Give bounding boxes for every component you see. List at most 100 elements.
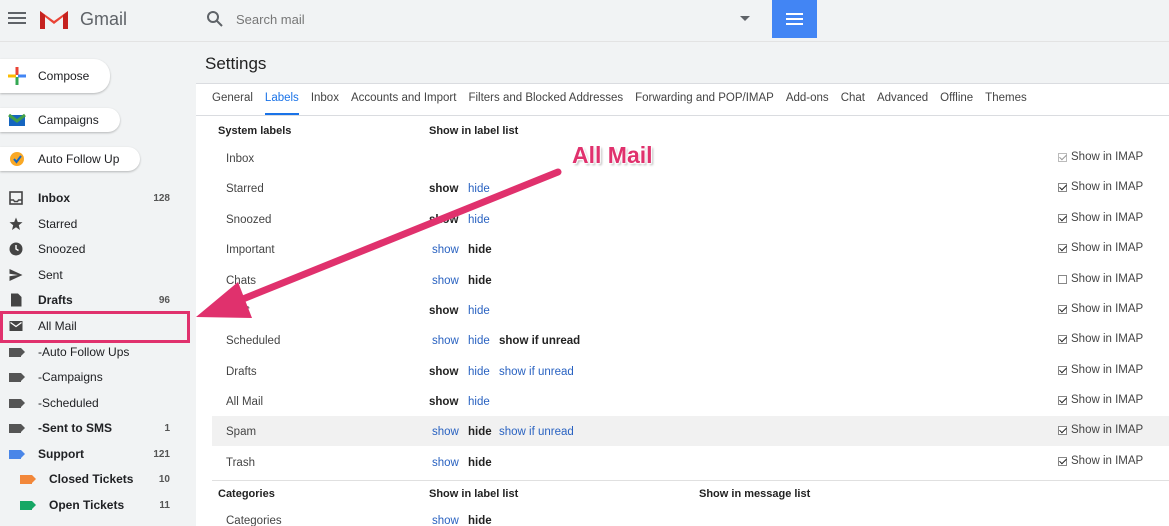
sidebar-item-label: Snoozed: [38, 242, 86, 256]
sidebar-item-snoozed[interactable]: Snoozed: [0, 237, 180, 261]
sidebar-item-scheduled-label[interactable]: -Scheduled: [0, 391, 180, 415]
top-bar: Gmail: [0, 0, 1169, 42]
search-input[interactable]: [236, 8, 716, 30]
label-name: Sent: [226, 305, 250, 317]
imap-toggle[interactable]: Show in IMAP: [1058, 212, 1143, 224]
hide-link[interactable]: hide: [468, 396, 490, 408]
tab-accounts-and-import[interactable]: Accounts and Import: [351, 84, 456, 115]
imap-checkbox[interactable]: [1058, 395, 1067, 405]
hide-link[interactable]: hide: [468, 183, 490, 195]
label-name: Inbox: [226, 153, 255, 165]
tab-inbox[interactable]: Inbox: [311, 84, 339, 115]
gmail-logo-icon[interactable]: [38, 7, 70, 31]
imap-checkbox[interactable]: [1058, 182, 1067, 192]
campaigns-button[interactable]: Campaigns: [0, 108, 120, 132]
imap-label: Show in IMAP: [1071, 212, 1144, 224]
show-link[interactable]: show: [432, 457, 459, 469]
sidebar-item-sent[interactable]: Sent: [0, 263, 180, 287]
tab-forwarding-and-pop-imap[interactable]: Forwarding and POP/IMAP: [635, 84, 774, 115]
sidebar-item-closed-tickets[interactable]: Closed Tickets 10: [0, 467, 180, 491]
tab-chat[interactable]: Chat: [841, 84, 865, 115]
imap-toggle[interactable]: Show in IMAP: [1058, 181, 1143, 193]
tab-add-ons[interactable]: Add-ons: [786, 84, 829, 115]
label-name: Important: [226, 244, 275, 256]
hide-link[interactable]: hide: [468, 335, 490, 347]
sidebar-item-campaigns-label[interactable]: -Campaigns: [0, 365, 180, 389]
hide-option: hide: [468, 275, 492, 287]
imap-label: Show in IMAP: [1071, 151, 1144, 163]
imap-toggle[interactable]: Show in IMAP: [1058, 394, 1143, 406]
label-row-snoozed: Snoozed show hide Show in IMAP: [212, 204, 1169, 234]
show-in-label-list-header: Show in label list: [429, 125, 519, 137]
auto-follow-up-button[interactable]: Auto Follow Up: [0, 147, 140, 171]
sidebar-item-label: Starred: [38, 217, 78, 231]
section-divider: [212, 480, 1169, 481]
imap-checkbox[interactable]: [1058, 334, 1067, 344]
compose-button[interactable]: Compose: [0, 59, 110, 93]
tab-themes[interactable]: Themes: [985, 84, 1027, 115]
imap-label: Show in IMAP: [1071, 424, 1144, 436]
imap-toggle[interactable]: Show in IMAP: [1058, 242, 1143, 254]
show-link[interactable]: show: [432, 515, 459, 526]
hide-link[interactable]: hide: [468, 305, 490, 317]
imap-label: Show in IMAP: [1071, 273, 1144, 285]
sidebar-item-starred[interactable]: Starred: [0, 212, 180, 236]
sidebar-item-auto-follow-ups[interactable]: -Auto Follow Ups: [0, 340, 180, 364]
imap-checkbox[interactable]: [1058, 243, 1067, 253]
show-if-unread-link[interactable]: show if unread: [499, 426, 574, 438]
imap-toggle[interactable]: Show in IMAP: [1058, 333, 1143, 345]
imap-toggle[interactable]: Show in IMAP: [1058, 424, 1143, 436]
draft-icon: [11, 293, 22, 307]
sidebar-item-support[interactable]: Support 121: [0, 442, 180, 466]
sidebar-item-open-tickets[interactable]: Open Tickets 11: [0, 493, 180, 517]
sidebar-item-sent-to-sms[interactable]: -Sent to SMS 1: [0, 416, 180, 440]
imap-toggle[interactable]: Show in IMAP: [1058, 151, 1143, 163]
search-filter-button[interactable]: [772, 0, 817, 38]
label-name: Scheduled: [226, 335, 281, 347]
send-icon: [9, 269, 23, 281]
unread-count: 11: [159, 499, 170, 511]
page-title: Settings: [205, 54, 267, 73]
tab-filters-and-blocked-addresses[interactable]: Filters and Blocked Addresses: [468, 84, 623, 115]
imap-toggle[interactable]: Show in IMAP: [1058, 455, 1143, 467]
imap-checkbox[interactable]: [1058, 456, 1067, 466]
imap-toggle[interactable]: Show in IMAP: [1058, 273, 1143, 285]
imap-checkbox[interactable]: [1058, 152, 1067, 162]
tab-general[interactable]: General: [212, 84, 253, 115]
show-link[interactable]: show: [432, 244, 459, 256]
tab-labels[interactable]: Labels: [264, 84, 299, 115]
imap-checkbox[interactable]: [1058, 304, 1067, 314]
imap-toggle[interactable]: Show in IMAP: [1058, 303, 1143, 315]
hide-link[interactable]: hide: [468, 366, 490, 378]
tab-offline[interactable]: Offline: [940, 84, 973, 115]
show-if-unread-link[interactable]: show if unread: [499, 366, 574, 378]
show-link[interactable]: show: [432, 275, 459, 287]
search-icon[interactable]: [206, 10, 224, 28]
imap-checkbox[interactable]: [1058, 425, 1067, 435]
campaigns-label: Campaigns: [38, 113, 99, 127]
imap-toggle[interactable]: Show in IMAP: [1058, 364, 1143, 376]
tab-advanced[interactable]: Advanced: [877, 84, 928, 115]
imap-label: Show in IMAP: [1071, 364, 1144, 376]
imap-checkbox[interactable]: [1058, 274, 1067, 284]
categories-header: Categories: [218, 488, 275, 500]
sidebar-item-drafts[interactable]: Drafts 96: [0, 288, 180, 312]
show-link[interactable]: show: [432, 426, 459, 438]
label-name: Trash: [226, 457, 255, 469]
auto-follow-up-label: Auto Follow Up: [38, 152, 120, 166]
sidebar-item-inbox[interactable]: Inbox 128: [0, 186, 180, 210]
imap-checkbox[interactable]: [1058, 365, 1067, 375]
search-options-chevron-down-icon[interactable]: [740, 16, 750, 21]
star-icon: [9, 217, 23, 230]
label-row-trash: Trash show hide Show in IMAP: [212, 447, 1169, 477]
imap-label: Show in IMAP: [1071, 455, 1144, 467]
label-icon: [20, 498, 36, 512]
hide-option: hide: [468, 515, 492, 526]
label-name: Spam: [226, 426, 257, 438]
show-link[interactable]: show: [432, 335, 459, 347]
show-in-message-list-header: Show in message list: [699, 488, 811, 500]
imap-checkbox[interactable]: [1058, 213, 1067, 223]
hide-link[interactable]: hide: [468, 214, 490, 226]
sidebar-item-label: Support: [38, 447, 84, 461]
main-menu-icon[interactable]: [8, 10, 26, 26]
